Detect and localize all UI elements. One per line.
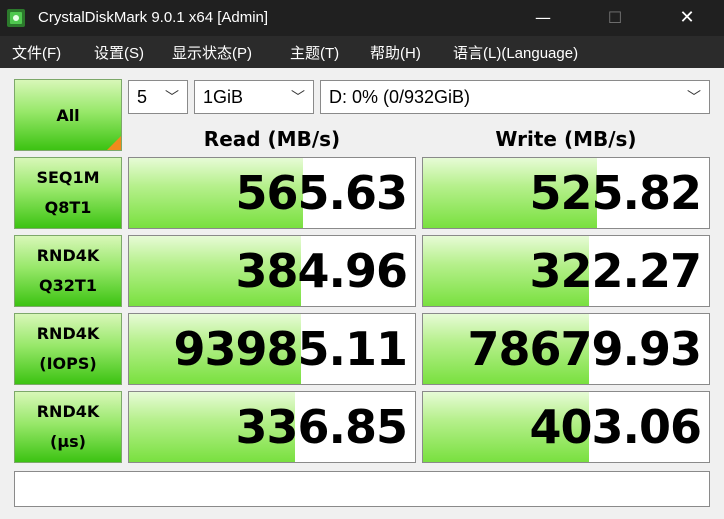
test-rnd4k-q32t1-button[interactable]: RND4K Q32T1 [14,235,122,307]
crystaldiskmark-icon [7,9,25,27]
test-label-line2: Q8T1 [44,198,92,217]
test-count-value: 5 [137,87,148,107]
write-result-rnd4k-latency: 403.06 [422,391,710,463]
test-label-line1: RND4K [36,246,100,265]
test-label-line1: RND4K [36,402,100,421]
test-rnd4k-iops-button[interactable]: RND4K (IOPS) [14,313,122,385]
test-label-line1: RND4K [36,324,100,343]
test-label-line1: SEQ1M [36,168,100,187]
read-result-rnd4k-latency: 336.85 [128,391,416,463]
test-rnd4k-latency-button[interactable]: RND4K (μs) [14,391,122,463]
chevron-down-icon: ﹀ [291,89,305,105]
all-button[interactable]: All [14,79,122,151]
write-header: Write (MB/s) [495,127,637,151]
menu-bar: 文件(F) 设置(S) 显示状态(P) 主题(T) 帮助(H) 语言(L)(La… [0,36,724,68]
maximize-button[interactable]: ☐ [580,0,650,36]
read-result-rnd4k-q32t1: 384.96 [128,235,416,307]
chevron-down-icon: ﹀ [687,89,701,105]
title-bar[interactable]: CrystalDiskMark 9.0.1 x64 [Admin] — ☐ ✕ [0,0,724,36]
test-size-value: 1GiB [203,87,244,107]
menu-view[interactable]: 显示状态(P) [172,42,252,63]
menu-theme[interactable]: 主题(T) [290,42,339,63]
window-title: CrystalDiskMark 9.0.1 x64 [Admin] [38,9,269,26]
write-value: 525.82 [529,166,702,220]
minimize-button[interactable]: — [508,0,578,36]
read-header: Read (MB/s) [203,127,341,151]
test-label-line2: (μs) [50,432,86,451]
read-value: 336.85 [235,400,408,454]
read-result-seq1m: 565.63 [128,157,416,229]
menu-settings[interactable]: 设置(S) [94,42,144,63]
menu-help[interactable]: 帮助(H) [370,42,421,63]
read-value: 565.63 [235,166,408,220]
test-count-select[interactable]: 5 ﹀ [128,80,188,114]
test-label-line2: Q32T1 [39,276,97,295]
test-size-select[interactable]: 1GiB ﹀ [194,80,314,114]
write-value: 403.06 [529,400,702,454]
drive-value: D: 0% (0/932GiB) [329,87,471,107]
close-button[interactable]: ✕ [652,0,722,36]
chevron-down-icon: ﹀ [165,89,179,105]
read-value: 93985.11 [173,322,408,376]
test-label-line2: (IOPS) [39,354,97,373]
test-seq1m-q8t1-button[interactable]: SEQ1M Q8T1 [14,157,122,229]
read-value: 384.96 [235,244,408,298]
read-result-rnd4k-iops: 93985.11 [128,313,416,385]
menu-file[interactable]: 文件(F) [12,42,61,63]
all-button-label: All [56,105,80,125]
menu-language[interactable]: 语言(L)(Language) [453,42,578,63]
corner-marker [107,136,121,150]
write-result-seq1m: 525.82 [422,157,710,229]
drive-select[interactable]: D: 0% (0/932GiB) ﹀ [320,80,710,114]
comment-input[interactable] [14,471,710,507]
write-value: 78679.93 [467,322,702,376]
write-result-rnd4k-iops: 78679.93 [422,313,710,385]
write-value: 322.27 [529,244,702,298]
write-result-rnd4k-q32t1: 322.27 [422,235,710,307]
